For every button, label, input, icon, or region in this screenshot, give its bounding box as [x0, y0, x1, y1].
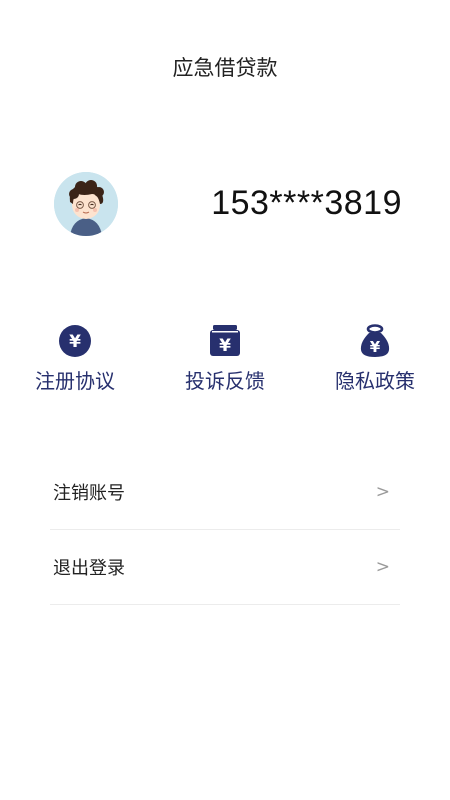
settings-list: 注销账号 > 退出登录 >	[50, 455, 400, 605]
svg-text:¥: ¥	[69, 332, 81, 352]
phone-number: 153****3819	[211, 184, 402, 222]
yen-circle-icon: ¥	[58, 324, 92, 358]
privacy-policy-button[interactable]: ¥ 隐私政策	[300, 324, 450, 394]
registration-agreement-button[interactable]: ¥ 注册协议	[0, 324, 150, 394]
svg-text:¥: ¥	[370, 338, 381, 356]
complaint-feedback-button[interactable]: ¥ 投诉反馈	[150, 324, 300, 394]
action-row: ¥ 注册协议 ¥ 投诉反馈 ¥ 隐私政策	[0, 324, 450, 394]
chevron-right-icon: >	[375, 557, 390, 577]
logout-item[interactable]: 退出登录 >	[50, 530, 400, 605]
cancel-account-item[interactable]: 注销账号 >	[50, 455, 400, 530]
page-title: 应急借贷款	[172, 56, 278, 80]
avatar-illustration-icon	[54, 172, 118, 236]
chevron-right-icon: >	[375, 482, 390, 502]
list-item-label: 注销账号	[53, 483, 125, 504]
yen-money-bag-icon: ¥	[358, 324, 392, 358]
list-item-label: 退出登录	[53, 558, 125, 579]
yen-wallet-icon: ¥	[208, 324, 242, 358]
avatar[interactable]	[54, 172, 118, 236]
action-label: 投诉反馈	[185, 369, 265, 393]
action-label: 注册协议	[35, 369, 115, 393]
svg-text:¥: ¥	[219, 336, 231, 356]
action-label: 隐私政策	[335, 369, 415, 393]
